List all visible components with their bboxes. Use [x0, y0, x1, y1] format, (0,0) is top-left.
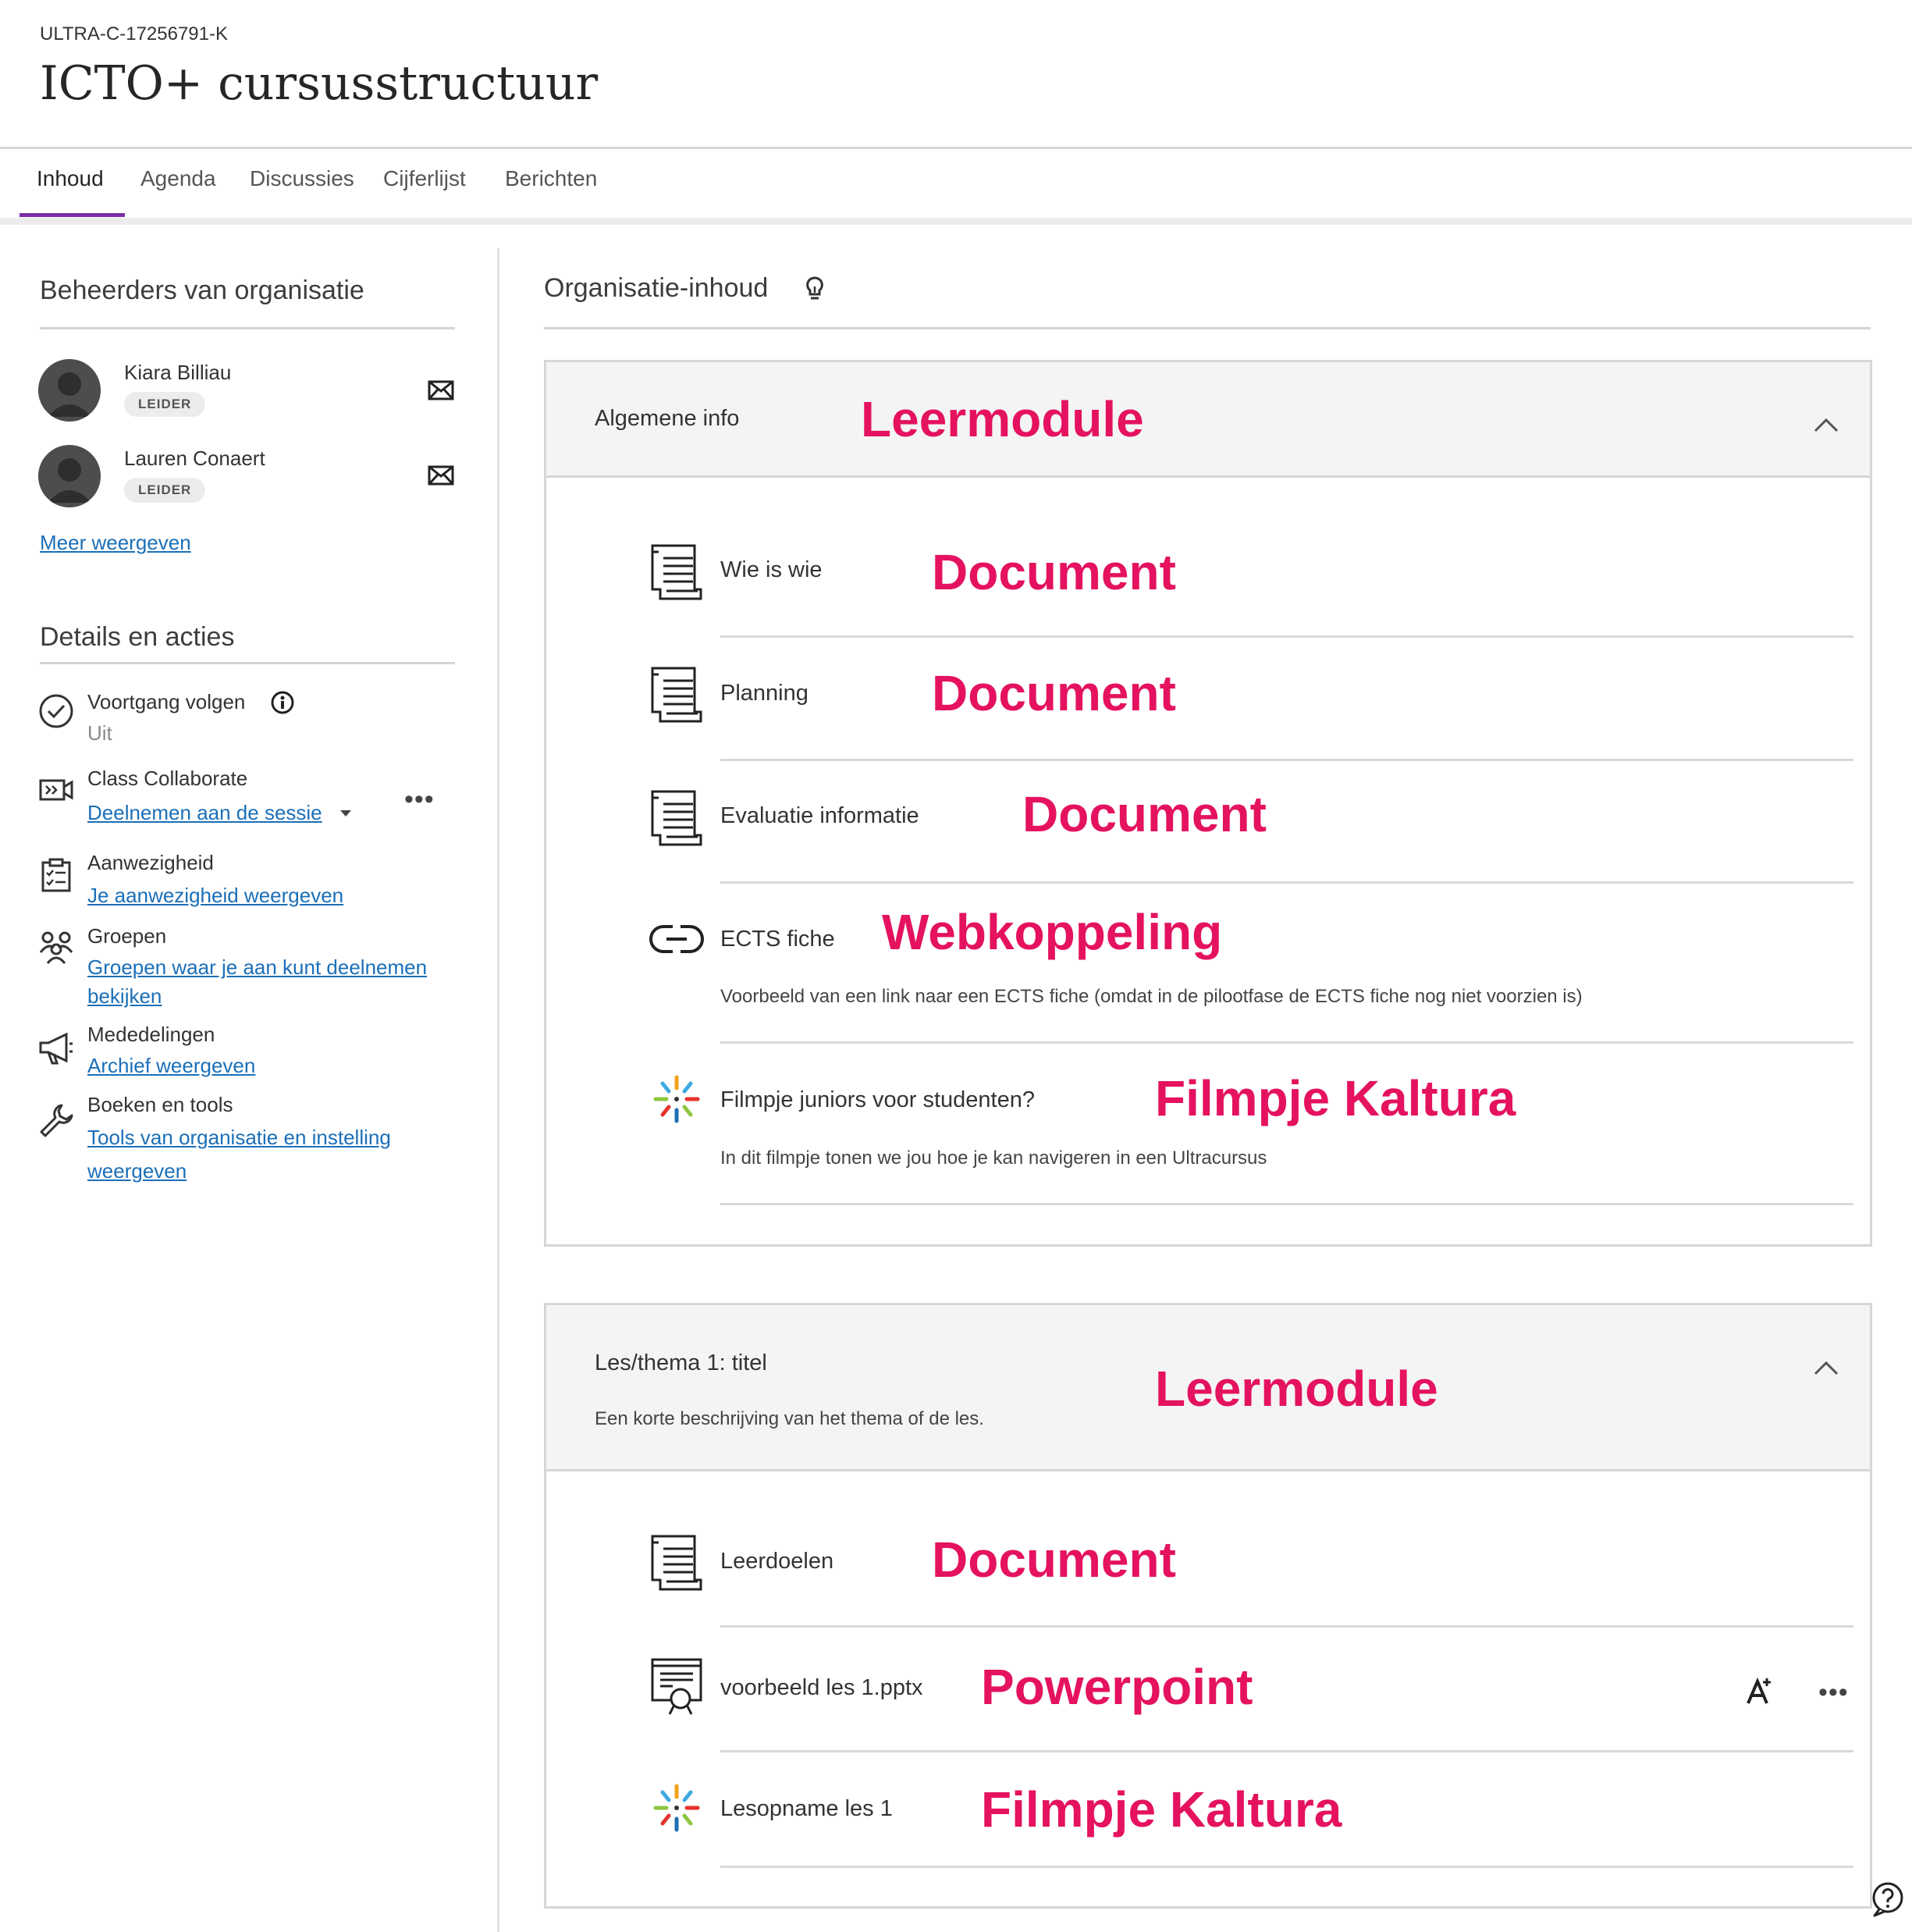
collaborate-icon: [39, 779, 73, 801]
item-divider: [720, 635, 1853, 638]
groups-link[interactable]: Groepen waar je aan kunt deelnemen: [87, 952, 427, 982]
managers-rule: [40, 327, 455, 329]
content-item-title[interactable]: voorbeeld les 1.pptx: [720, 1675, 923, 1701]
collaborate-more-icon[interactable]: •••: [404, 786, 435, 813]
document-icon: [651, 667, 702, 723]
annotation-label: Document: [932, 1532, 1176, 1588]
item-divider: [720, 1625, 1853, 1628]
content-item-title[interactable]: Leerdoelen: [720, 1549, 833, 1574]
document-icon: [651, 1535, 702, 1591]
mail-icon[interactable]: [428, 465, 454, 486]
mail-icon[interactable]: [428, 380, 454, 400]
details-heading: Details en acties: [40, 622, 235, 652]
content-item-description: Voorbeeld van een link naar een ECTS fic…: [720, 986, 1583, 1007]
content-item-title[interactable]: ECTS fiche: [720, 927, 835, 952]
annotation-label: Document: [932, 544, 1176, 600]
active-tab-indicator: [20, 213, 125, 217]
avatar[interactable]: [38, 445, 101, 507]
tab-inhoud[interactable]: Inhoud: [37, 166, 104, 191]
tools-link-continued[interactable]: weergeven: [87, 1156, 187, 1186]
document-icon: [651, 544, 702, 600]
content-item-title[interactable]: Evaluatie informatie: [720, 803, 919, 829]
module-header[interactable]: Algemene info: [546, 362, 1870, 478]
managers-heading: Beheerders van organisatie: [40, 276, 364, 305]
tab-agenda[interactable]: Agenda: [140, 166, 216, 191]
course-tabs: Inhoud Agenda Discussies Cijferlijst Ber…: [0, 149, 1912, 218]
help-icon[interactable]: [1870, 1881, 1906, 1917]
tab-berichten[interactable]: Berichten: [505, 166, 597, 191]
kaltura-icon: [653, 1075, 700, 1123]
annotation-label: Leermodule: [1155, 1361, 1438, 1417]
sidebar-divider: [497, 248, 499, 1932]
content-item-title[interactable]: Planning: [720, 681, 809, 706]
kaltura-icon: [653, 1784, 700, 1832]
annotation-label: Powerpoint: [981, 1659, 1253, 1715]
item-divider: [720, 1203, 1853, 1205]
chevron-up-icon[interactable]: [1812, 1358, 1840, 1377]
attendance-link[interactable]: Je aanwezigheid weergeven: [87, 881, 343, 910]
content-heading: Organisatie-inhoud: [544, 273, 769, 303]
annotation-label: Document: [1022, 786, 1267, 842]
item-divider: [720, 1866, 1853, 1868]
content-item-title[interactable]: Wie is wie: [720, 557, 823, 583]
details-rule: [40, 662, 455, 664]
link-icon: [649, 925, 704, 953]
annotation-label: Filmpje Kaltura: [981, 1781, 1342, 1838]
presentation-icon: [651, 1658, 702, 1715]
lightbulb-icon[interactable]: [805, 276, 825, 302]
caret-down-icon[interactable]: [339, 809, 353, 818]
item-divider: [720, 759, 1853, 761]
progress-check-icon: [39, 694, 73, 728]
chevron-up-icon[interactable]: [1812, 415, 1840, 434]
role-badge: LEIDER: [124, 478, 206, 503]
annotation-label: Document: [932, 665, 1176, 721]
module-description: Een korte beschrijving van het thema of …: [595, 1408, 984, 1429]
item-more-icon[interactable]: •••: [1818, 1679, 1849, 1706]
annotation-label: Filmpje Kaltura: [1155, 1070, 1516, 1126]
wrench-icon: [40, 1104, 73, 1137]
document-icon: [651, 790, 702, 846]
tab-discussies[interactable]: Discussies: [250, 166, 354, 191]
groups-link-continued[interactable]: bekijken: [87, 981, 162, 1011]
accessibility-score-icon[interactable]: [1743, 1675, 1775, 1706]
item-divider: [720, 1750, 1853, 1752]
module-title[interactable]: Algemene info: [595, 406, 739, 432]
tools-title: Boeken en tools: [87, 1093, 233, 1116]
content-item-title[interactable]: Filmpje juniors voor studenten?: [720, 1087, 1035, 1113]
item-divider: [720, 1041, 1853, 1044]
manager-name[interactable]: Kiara Billiau: [124, 361, 231, 385]
join-session-link[interactable]: Deelnemen aan de sessie: [87, 798, 322, 827]
annotation-label: Leermodule: [861, 391, 1144, 447]
archive-link[interactable]: Archief weergeven: [87, 1051, 255, 1080]
more-managers-link[interactable]: Meer weergeven: [40, 531, 191, 555]
groups-title: Groepen: [87, 924, 167, 948]
tools-link[interactable]: Tools van organisatie en instelling: [87, 1123, 391, 1152]
content-rule: [544, 327, 1871, 329]
manager-name[interactable]: Lauren Conaert: [124, 447, 265, 471]
info-icon[interactable]: [270, 690, 295, 715]
module-title[interactable]: Les/thema 1: titel: [595, 1350, 767, 1376]
role-badge: LEIDER: [124, 392, 206, 417]
annotation-label: Webkoppeling: [882, 904, 1223, 960]
course-title: ICTO+ cursusstructuur: [40, 56, 599, 111]
item-divider: [720, 881, 1853, 884]
attendance-title: Aanwezigheid: [87, 851, 214, 874]
tabs-divider: [0, 218, 1912, 225]
groups-icon: [39, 931, 73, 964]
content-item-description: In dit filmpje tonen we jou hoe je kan n…: [720, 1147, 1267, 1169]
megaphone-icon: [39, 1032, 73, 1065]
content-item-title[interactable]: Lesopname les 1: [720, 1796, 893, 1822]
attendance-icon: [41, 858, 71, 892]
course-id: ULTRA-C-17256791-K: [40, 23, 228, 44]
progress-title: Voortgang volgen: [87, 690, 246, 713]
tab-cijferlijst[interactable]: Cijferlijst: [383, 166, 466, 191]
collaborate-title: Class Collaborate: [87, 767, 248, 790]
announcements-title: Mededelingen: [87, 1023, 215, 1046]
progress-value: Uit: [87, 721, 112, 745]
avatar[interactable]: [38, 359, 101, 422]
